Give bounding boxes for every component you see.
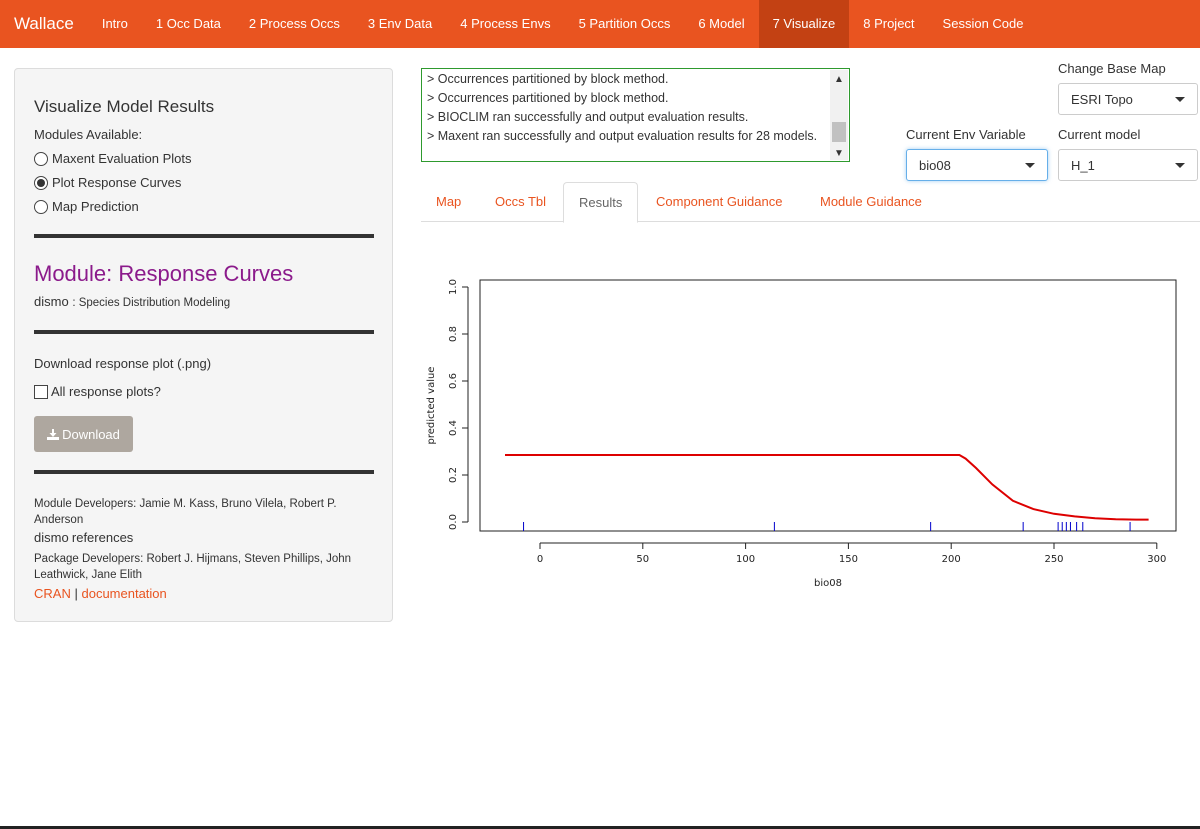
log-line: > Occurrences partitioned by block metho…	[427, 91, 669, 105]
tab-component-guidance[interactable]: Component Guidance	[641, 182, 797, 222]
x-tick-label: 100	[736, 554, 755, 565]
reference-links: CRAN | documentation	[34, 586, 167, 601]
nav-partition-occs[interactable]: 5 Partition Occs	[565, 0, 685, 48]
tab-bar: Map Occs Tbl Results Component Guidance …	[421, 182, 1200, 223]
nav-visualize[interactable]: 7 Visualize	[758, 0, 850, 48]
divider	[34, 470, 374, 474]
scroll-thumb[interactable]	[832, 122, 846, 142]
y-axis: 0.0 0.2 0.4 0.6 0.8 1.0	[448, 279, 469, 530]
all-plots-checkbox-row[interactable]: All response plots?	[34, 384, 161, 399]
y-tick-label: 0.6	[448, 373, 459, 389]
download-button-label: Download	[62, 426, 120, 442]
download-icon	[47, 428, 60, 440]
nav-session-code[interactable]: Session Code	[929, 0, 1038, 48]
divider	[34, 234, 374, 238]
nav-process-envs[interactable]: 4 Process Envs	[436, 0, 564, 48]
nav-env-data[interactable]: 3 Env Data	[354, 0, 436, 48]
package-name: dismo	[34, 530, 69, 545]
tab-module-guidance[interactable]: Module Guidance	[805, 182, 937, 222]
basemap-value: ESRI Topo	[1071, 91, 1133, 107]
model-label: Current model	[1058, 127, 1141, 142]
nav-occ-data[interactable]: 1 Occ Data	[142, 0, 235, 48]
module-package: dismo : Species Distribution Modeling	[34, 294, 230, 309]
log-line: > Occurrences partitioned by block metho…	[427, 72, 669, 86]
modules-label: Modules Available:	[34, 127, 143, 142]
link-separator: |	[74, 586, 78, 601]
package-desc: : Species Distribution Modeling	[72, 297, 231, 309]
nav-project[interactable]: 8 Project	[849, 0, 928, 48]
basemap-label: Change Base Map	[1058, 61, 1166, 76]
y-tick-label: 1.0	[448, 279, 459, 295]
y-axis-label: predicted value	[426, 367, 437, 445]
all-plots-checkbox[interactable]	[34, 384, 48, 399]
rug-marks	[523, 522, 1131, 531]
sidebar-title: Visualize Model Results	[34, 97, 215, 116]
response-curve-plot: 0 50 100 150 200 250 300 0.0 0.2 0.4 0.6 0.8 1.0 bi…	[426, 279, 1177, 589]
plot-frame	[479, 279, 1177, 532]
radio-maxent-eval[interactable]: Maxent Evaluation Plots	[34, 151, 191, 166]
response-curve-line	[505, 454, 1149, 521]
radio-button[interactable]	[34, 151, 48, 166]
radio-response-curves[interactable]: Plot Response Curves	[34, 175, 181, 190]
download-label: Download response plot (.png)	[34, 356, 212, 371]
radio-label: Plot Response Curves	[52, 175, 182, 190]
x-tick-label: 50	[636, 554, 649, 565]
all-plots-label: All response plots?	[51, 384, 161, 399]
log-line: > Maxent ran successfully and output eva…	[427, 129, 818, 143]
radio-button-selected[interactable]	[34, 175, 48, 190]
module-developers: Module Developers: Jamie M. Kass, Bruno …	[34, 498, 337, 526]
y-tick-label: 0.0	[448, 514, 459, 530]
radio-map-prediction[interactable]: Map Prediction	[34, 199, 139, 214]
divider	[34, 330, 374, 334]
x-axis: 0 50 100 150 200 250 300	[537, 542, 1166, 565]
app-brand[interactable]: Wallace	[0, 14, 88, 34]
navbar: Wallace Intro 1 Occ Data 2 Process Occs …	[0, 0, 1200, 48]
tab-map[interactable]: Map	[421, 182, 476, 222]
package-developers: Package Developers: Robert J. Hijmans, S…	[34, 553, 352, 581]
x-tick-label: 150	[839, 554, 858, 565]
log-window[interactable]: > Occurrences partitioned by block metho…	[421, 68, 850, 162]
chevron-down-icon	[1175, 96, 1185, 102]
log-scrollbar[interactable]: ▲ ▼	[830, 70, 848, 160]
chevron-down-icon	[1025, 162, 1035, 168]
radio-button[interactable]	[34, 199, 48, 214]
download-button[interactable]: Download	[34, 416, 133, 452]
basemap-select[interactable]: ESRI Topo	[1058, 83, 1198, 115]
env-variable-select[interactable]: bio08	[906, 149, 1048, 181]
scroll-up-icon[interactable]: ▲	[830, 70, 848, 86]
nav-process-occs[interactable]: 2 Process Occs	[235, 0, 354, 48]
y-tick-label: 0.4	[448, 420, 459, 436]
module-title: Module: Response Curves	[34, 261, 294, 286]
model-value: H_1	[1071, 157, 1095, 173]
env-variable-label: Current Env Variable	[906, 127, 1026, 142]
x-tick-label: 200	[942, 554, 961, 565]
y-tick-label: 0.8	[448, 326, 459, 342]
package-name: dismo	[34, 294, 69, 309]
nav-model[interactable]: 6 Model	[684, 0, 758, 48]
tab-results[interactable]: Results	[563, 182, 639, 223]
x-tick-label: 0	[537, 554, 543, 565]
nav-intro[interactable]: Intro	[88, 0, 142, 48]
x-axis-label: bio08	[814, 578, 842, 589]
sidebar-panel: Visualize Model Results Modules Availabl…	[14, 68, 393, 622]
radio-label: Maxent Evaluation Plots	[52, 151, 192, 166]
cran-link[interactable]: CRAN	[34, 586, 71, 601]
documentation-link[interactable]: documentation	[81, 586, 166, 601]
x-tick-label: 300	[1147, 554, 1166, 565]
model-select[interactable]: H_1	[1058, 149, 1198, 181]
references-line: dismo references	[34, 530, 379, 547]
scroll-down-icon[interactable]: ▼	[830, 144, 848, 160]
y-tick-label: 0.2	[448, 467, 459, 483]
tab-occs-tbl[interactable]: Occs Tbl	[480, 182, 561, 222]
log-line: > BIOCLIM ran successfully and output ev…	[427, 110, 749, 124]
env-variable-value: bio08	[919, 157, 951, 173]
radio-label: Map Prediction	[52, 199, 139, 214]
references-text: references	[71, 530, 134, 545]
chevron-down-icon	[1175, 162, 1185, 168]
x-tick-label: 250	[1044, 554, 1063, 565]
